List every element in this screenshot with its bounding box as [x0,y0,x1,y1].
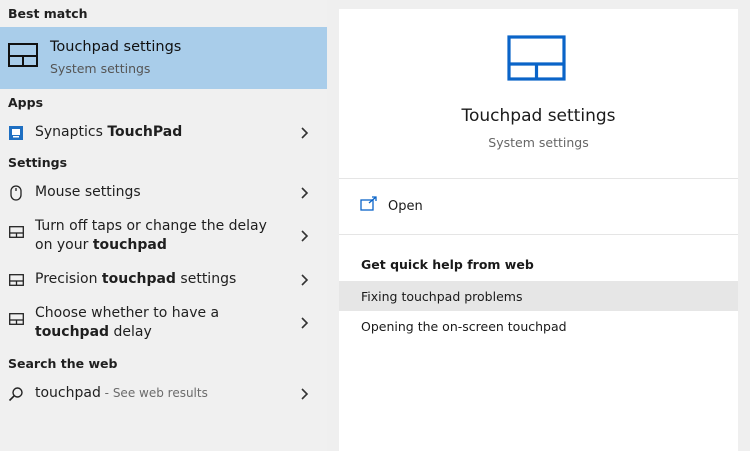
search-web-header: Search the web [8,356,118,371]
chevron-right-icon[interactable] [299,273,309,287]
open-icon [360,196,377,211]
web-result-touchpad[interactable]: touchpad - See web results [0,377,327,410]
setting-label: Choose whether to have a touchpad delay [35,305,220,340]
touchpad-icon [507,35,566,81]
results-pane: Best match Touchpad settings System sett… [0,0,327,451]
chevron-right-icon[interactable] [299,126,309,140]
preview-title: Touchpad settings [461,106,616,126]
setting-turn-off-taps[interactable]: Turn off taps or change the delay on you… [0,209,327,263]
preview-subtitle: System settings [488,135,589,150]
synaptics-app-icon [8,125,24,141]
help-title: Get quick help from web [361,257,534,272]
help-link-on-screen-touchpad[interactable]: Opening the on-screen touchpad [339,311,738,341]
app-synaptics-touchpad[interactable]: Synaptics TouchPad [0,116,327,149]
touchpad-icon [8,272,24,288]
web-result-label: touchpad - See web results [35,385,208,401]
best-match-title: Touchpad settings [50,39,182,55]
setting-label: Mouse settings [35,184,141,200]
best-match-header: Best match [8,6,88,21]
best-match-touchpad-settings[interactable]: Touchpad settings System settings [0,27,327,89]
preview-pane: Touchpad settings System settings Open G… [339,9,738,451]
mouse-icon [8,184,24,201]
open-label: Open [388,199,423,214]
best-match-subtitle: System settings [50,61,151,76]
help-link-fixing-touchpad[interactable]: Fixing touchpad problems [339,281,738,311]
setting-label: Turn off taps or change the delay on you… [35,218,267,253]
chevron-right-icon[interactable] [299,387,309,401]
chevron-right-icon[interactable] [299,229,309,243]
setting-touchpad-delay[interactable]: Choose whether to have a touchpad delay [0,296,327,350]
app-label: Synaptics TouchPad [35,124,183,140]
preview-header: Touchpad settings System settings [339,9,738,179]
touchpad-icon [8,311,24,327]
touchpad-icon [8,224,24,240]
setting-mouse-settings[interactable]: Mouse settings [0,176,327,209]
setting-precision-touchpad[interactable]: Precision touchpad settings [0,263,327,296]
chevron-right-icon[interactable] [299,316,309,330]
apps-header: Apps [8,95,44,110]
touchpad-icon [8,43,38,67]
search-icon [8,386,24,402]
settings-header: Settings [8,155,68,170]
chevron-right-icon[interactable] [299,186,309,200]
open-action[interactable]: Open [339,179,738,235]
setting-label: Precision touchpad settings [35,271,237,287]
